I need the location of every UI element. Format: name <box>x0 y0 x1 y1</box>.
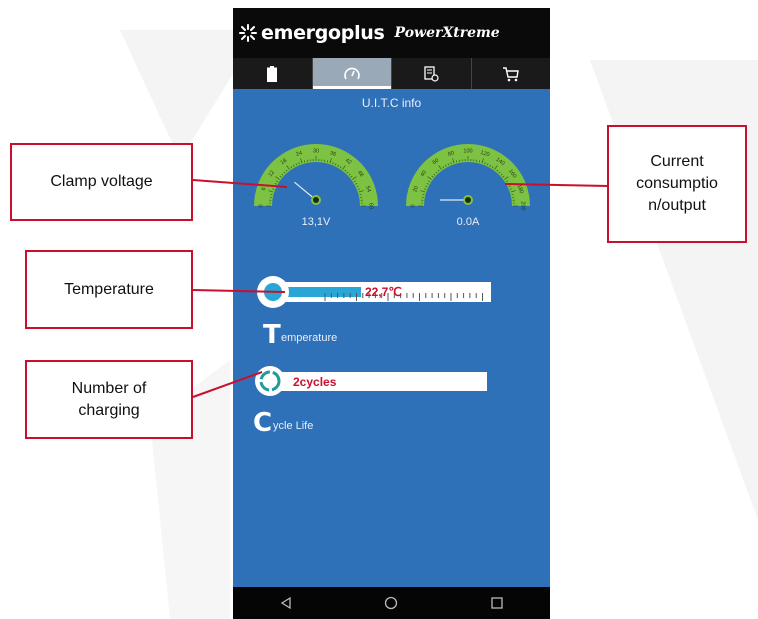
callout-charging: Number of charging <box>25 360 193 439</box>
callout-temperature: Temperature <box>25 250 193 329</box>
callout-current: Current consumptio n/output <box>607 125 747 243</box>
callout-clamp-voltage: Clamp voltage <box>10 143 193 221</box>
